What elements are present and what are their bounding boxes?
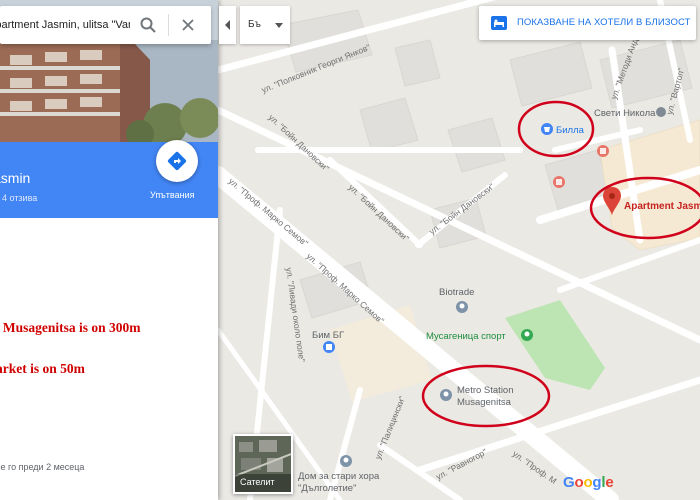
google-logo: Google <box>563 474 614 491</box>
villa-poi[interactable]: Билла <box>541 123 585 136</box>
metro-label-1: Metro Station <box>457 385 514 396</box>
reviews-count[interactable]: 4 отзива <box>2 193 37 203</box>
metro-label-2: Musagenitsa <box>457 397 512 408</box>
search-input[interactable] <box>0 6 130 44</box>
close-icon[interactable] <box>180 17 196 33</box>
sport-label: Мусагеница спорт <box>426 331 506 342</box>
chevron-down-icon <box>275 23 283 28</box>
chevron-left-icon <box>224 20 230 30</box>
church-label: Свети Никола <box>594 108 656 119</box>
directions-label[interactable]: Упътвания <box>150 190 195 200</box>
collapse-panel-button[interactable] <box>219 6 236 44</box>
satellite-label: Сателит <box>240 477 275 487</box>
apartment-pin-label: Apartment Jasmi <box>624 201 700 212</box>
search-box <box>0 6 211 44</box>
language-select[interactable]: Бъ <box>240 6 290 44</box>
hotel-icon <box>491 16 507 30</box>
annotation-note-market: arket is on 50m <box>0 361 85 376</box>
google-logo-letter: e <box>605 474 614 491</box>
satellite-toggle[interactable]: Сателит <box>233 434 293 494</box>
show-hotels-button[interactable]: ПОКАЗВАНЕ НА ХОТЕЛИ В БЛИЗОСТ <box>479 6 696 40</box>
directions-icon <box>167 151 187 171</box>
place-title: Jasmin <box>0 170 31 186</box>
restaurant-icon[interactable] <box>597 145 609 157</box>
restaurant-icon[interactable] <box>553 176 565 188</box>
directions-button[interactable] <box>156 140 198 182</box>
google-logo-letter: G <box>563 474 575 491</box>
church-poi[interactable]: Свети Никола <box>594 107 666 119</box>
language-value: Бъ <box>248 19 261 30</box>
annotation-note-metro: n Musagenitsa is on 300m <box>0 320 141 335</box>
place-header: Jasmin 4 отзива Упътвания <box>0 140 218 218</box>
seniors-label-2: "Дълголетие" <box>298 483 356 494</box>
villa-label: Билла <box>556 125 585 136</box>
search-icon[interactable] <box>139 16 157 34</box>
search-divider <box>168 14 169 36</box>
show-hotels-label: ПОКАЗВАНЕ НА ХОТЕЛИ В БЛИЗОСТ <box>517 17 691 28</box>
biotrade-label: Biotrade <box>439 287 474 298</box>
seniors-label-1: Дом за стари хора <box>298 471 380 482</box>
review-date: се го преди 2 месеца <box>0 462 85 472</box>
bim-label: Бим БГ <box>312 330 344 341</box>
place-panel: Jasmin 4 отзива Упътвания n Musagenitsa … <box>0 0 218 500</box>
